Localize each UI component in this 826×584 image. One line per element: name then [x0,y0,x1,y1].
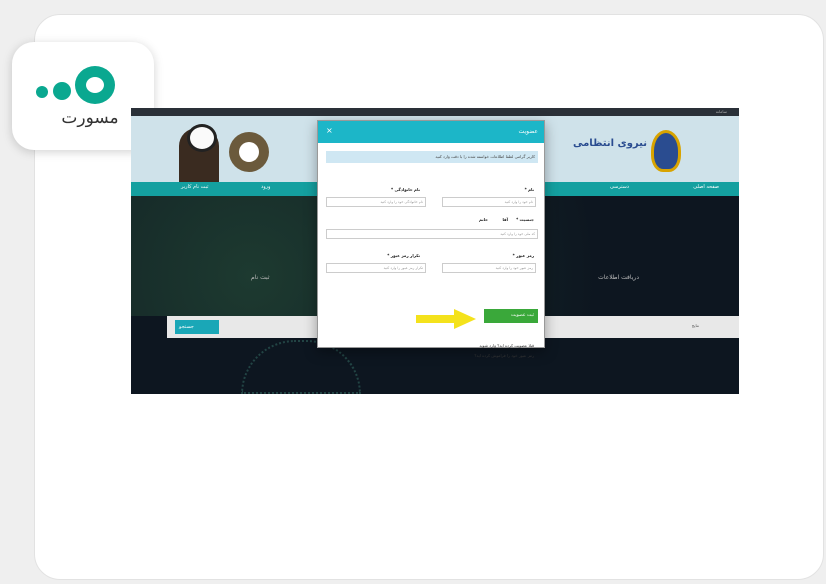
nav-item-register[interactable]: ثبت نام کاربر [181,184,208,190]
modal-body: کاربر گرامی لطفا اطلاعات خواسته شده را ب… [318,143,544,358]
gender-option-female[interactable]: خانم [479,217,488,222]
first-name-input[interactable]: نام خود را وارد کنید [442,197,536,207]
close-icon[interactable]: × [326,126,333,135]
password-label: رمز عبور * [512,253,534,258]
nav-item-access[interactable]: دسترسی [610,184,629,190]
leader-portrait [179,124,219,182]
gender-option-male[interactable]: آقا [503,217,509,222]
last-name-input[interactable]: نام خانوادگی خود را وارد کنید [326,197,426,207]
bar-text: نتایج [691,323,699,328]
forgot-password-link[interactable]: رمز عبور خود را فراموش کرده اید؟ [474,353,534,358]
top-strip: سامانه [131,108,739,116]
emblem-icon [229,132,269,172]
hero-text-left: ثبت نام [251,274,270,281]
first-name-label: نام * [524,187,534,192]
logo-dot-icon [53,82,71,100]
national-id-input[interactable]: کد ملی خود را وارد کنید [326,229,538,239]
login-link[interactable]: قبلا عضویت کرده اید؟ وارد شوید [479,343,534,348]
top-strip-text: سامانه [715,109,727,114]
hero-text-right: دریافت اطلاعات [598,274,639,281]
logo-dot-icon [36,86,48,98]
confirm-password-label: تکرار رمز عبور * [387,253,420,258]
brand-name: مسورت [61,108,119,128]
notice-text: کاربر گرامی لطفا اطلاعات خواسته شده را ب… [326,151,538,163]
confirm-password-input[interactable]: تکرار رمز عبور را وارد کنید [326,263,426,273]
modal-header: × عضویت [318,121,544,143]
site-title: نیروی انتظامی [573,138,647,149]
search-select[interactable]: جستجو [175,320,219,334]
submit-button[interactable]: ثبت عضویت [484,309,538,323]
modal-title: عضویت [518,128,538,135]
police-logo-icon [651,130,681,172]
last-name-label: نام خانوادگی * [390,187,420,192]
arrow-pointer-icon [416,309,476,329]
gender-label: جنسیت * [516,217,534,222]
nav-item-home[interactable]: صفحه اصلی [693,184,719,190]
password-input[interactable]: رمز عبور خود را وارد کنید [442,263,536,273]
logo-ring-icon [75,66,115,104]
nav-item-login[interactable]: ورود [261,184,270,190]
signup-modal: × عضویت کاربر گرامی لطفا اطلاعات خواسته … [317,120,545,358]
